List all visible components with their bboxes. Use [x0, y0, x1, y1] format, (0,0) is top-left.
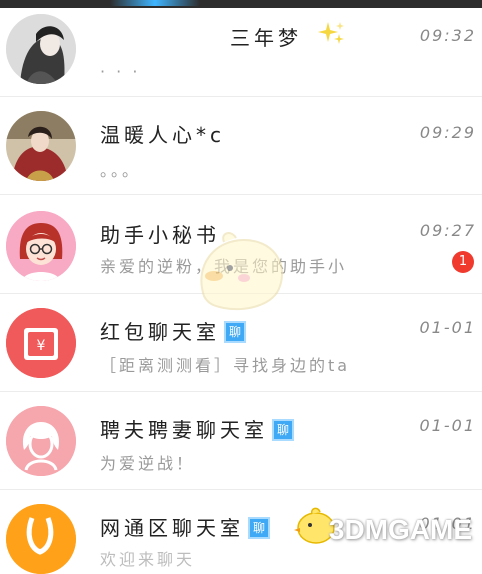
chat-name: 三年梦: [230, 22, 302, 51]
watermark-logo: 3DMGAME: [328, 514, 472, 545]
avatar: [6, 504, 76, 574]
avatar: [6, 14, 76, 84]
chat-row-pinfu[interactable]: 聘夫聘妻聊天室聊 01-01 为爱逆战！: [0, 392, 482, 490]
chat-name: 温暖人心*c: [100, 123, 225, 147]
girl-avatar-icon: [6, 211, 76, 281]
avatar-image: [6, 111, 76, 181]
chat-preview: 欢迎来聊天: [100, 550, 196, 569]
chat-time: 01-01: [419, 416, 476, 435]
chat-time: 09:32: [419, 26, 476, 45]
chat-name-text: 红包聊天室: [100, 320, 220, 344]
chat-name-text: 聘夫聘妻聊天室: [100, 418, 268, 442]
avatar: [6, 111, 76, 181]
red-envelope-icon: ¥: [6, 308, 76, 378]
chatroom-tag: 聊: [224, 321, 247, 343]
chat-time: 01-01: [419, 318, 476, 337]
svg-text:¥: ¥: [37, 338, 46, 354]
chat-row-wennuan[interactable]: 温暖人心*c 09:29 。。。: [0, 97, 482, 195]
chat-preview: 为爱逆战！: [100, 454, 196, 473]
unread-badge: 1: [452, 251, 474, 273]
sparkle-icon: [318, 20, 346, 52]
chat-row-sannianmeng[interactable]: 三年梦 09:32 · · ·: [0, 8, 482, 97]
chatroom-tag: 聊: [272, 419, 295, 441]
chat-name-text: 网通区聊天室: [100, 516, 244, 540]
mascot-watermark-icon: [184, 226, 294, 320]
chat-time: 09:29: [419, 123, 476, 142]
chat-name-text: 三年梦: [230, 26, 302, 50]
bunny-avatar-icon: [6, 504, 76, 574]
chat-name: 网通区聊天室聊: [100, 512, 271, 541]
avatar: [6, 406, 76, 476]
chat-preview: 。。。: [100, 161, 142, 180]
chat-name: 红包聊天室聊: [100, 316, 247, 345]
chat-time: 09:27: [419, 221, 476, 240]
status-bar-glow: [110, 0, 200, 6]
chat-preview: · · ·: [100, 62, 141, 81]
avatar: [6, 211, 76, 281]
chat-name: 聘夫聘妻聊天室聊: [100, 414, 295, 443]
avatar-image: [6, 14, 76, 84]
chat-preview: ［距离测测看］寻找身边的ta: [100, 356, 351, 375]
chatroom-tag: 聊: [248, 517, 271, 539]
avatar: ¥: [6, 308, 76, 378]
woman-avatar-icon: [6, 406, 76, 476]
status-bar: [0, 0, 482, 8]
